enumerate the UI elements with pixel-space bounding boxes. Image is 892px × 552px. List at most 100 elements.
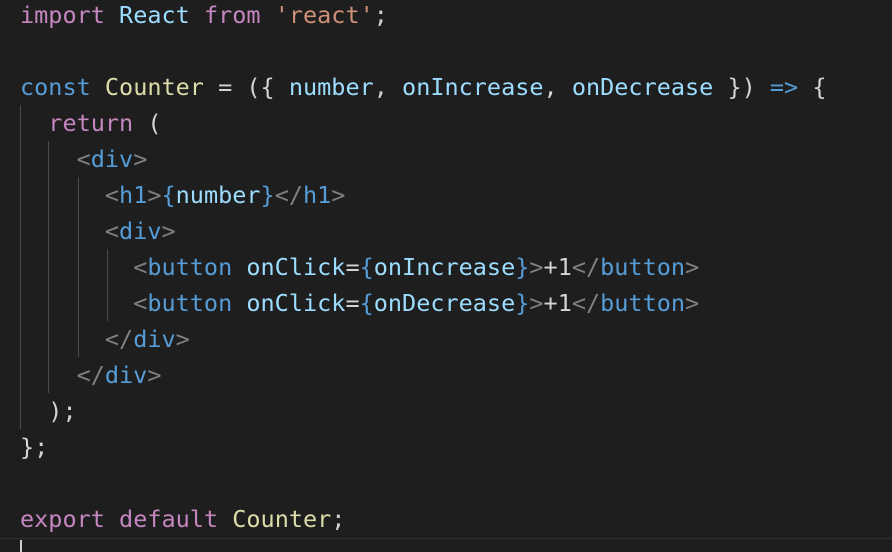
- code-token: +1: [543, 289, 572, 317]
- code-token: 'react': [274, 1, 374, 29]
- code-token: }: [260, 181, 275, 209]
- code-token: {: [798, 73, 827, 101]
- code-token: button: [600, 289, 686, 317]
- indent-guide-2: [48, 141, 49, 393]
- code-token: =: [203, 73, 247, 101]
- code-token: Counter: [104, 73, 204, 101]
- code-token: <: [104, 181, 120, 209]
- code-token: const: [20, 73, 91, 101]
- code-token: button: [147, 289, 233, 317]
- code-token: >: [529, 253, 544, 281]
- code-line-1[interactable]: import React from 'react';: [20, 0, 388, 33]
- code-token: >: [331, 181, 346, 209]
- code-token: </: [76, 361, 105, 389]
- indent-guide-3: [78, 177, 79, 357]
- code-token: <: [133, 253, 148, 281]
- code-token: =: [345, 289, 360, 317]
- code-token: }: [515, 253, 530, 281]
- code-token: ,: [543, 73, 572, 101]
- code-token: >: [147, 361, 162, 389]
- code-token: number: [175, 181, 261, 209]
- code-token: h1: [303, 181, 332, 209]
- code-token: return: [48, 109, 134, 137]
- code-line-10[interactable]: </div>: [20, 321, 190, 357]
- code-token: >: [175, 325, 190, 353]
- code-line-5[interactable]: <div>: [20, 141, 148, 177]
- code-token: >: [685, 289, 700, 317]
- code-token: >: [147, 181, 162, 209]
- code-line-15[interactable]: export default Counter;: [20, 501, 345, 537]
- code-token: </: [104, 325, 134, 353]
- code-token: onDecrease: [571, 73, 714, 101]
- code-token: <: [104, 217, 120, 245]
- code-line-8[interactable]: <button onClick={onIncrease}>+1</button>: [20, 249, 699, 285]
- code-token: );: [48, 397, 77, 425]
- code-token: =>: [769, 73, 799, 101]
- code-token: button: [147, 253, 233, 281]
- code-line-11[interactable]: </div>: [20, 357, 162, 393]
- code-token: =: [345, 253, 360, 281]
- code-token: >: [133, 145, 148, 173]
- code-token: };: [20, 433, 49, 461]
- code-token: onIncrease: [402, 73, 544, 101]
- code-token: onDecrease: [373, 289, 516, 317]
- code-token: {: [359, 289, 374, 317]
- current-line-highlight: [0, 538, 892, 539]
- code-line-7[interactable]: <div>: [20, 213, 176, 249]
- indent-guide-4: [107, 249, 108, 321]
- code-token: export: [20, 505, 105, 533]
- code-token: ({: [246, 73, 289, 101]
- code-token: </: [571, 289, 601, 317]
- code-token: h1: [119, 181, 148, 209]
- code-token: }): [713, 73, 770, 101]
- code-line-6[interactable]: <h1>{number}</h1>: [20, 177, 346, 213]
- code-token: ;: [331, 505, 346, 533]
- code-editor[interactable]: import React from 'react'; const Counter…: [0, 0, 892, 552]
- code-token: import: [20, 1, 105, 29]
- code-line-4[interactable]: return (: [20, 105, 161, 141]
- code-token: >: [685, 253, 700, 281]
- code-token: div: [104, 361, 148, 389]
- code-token: >: [161, 217, 176, 245]
- code-token: <: [76, 145, 91, 173]
- code-token: <: [133, 289, 148, 317]
- code-token: ;: [373, 1, 388, 29]
- code-line-3[interactable]: const Counter = ({ number, onIncrease, o…: [20, 69, 827, 105]
- code-token: {: [161, 181, 176, 209]
- code-token: onClick: [246, 253, 346, 281]
- code-line-9[interactable]: <button onClick={onDecrease}>+1</button>: [20, 285, 699, 321]
- code-token: ,: [373, 73, 403, 101]
- code-line-13[interactable]: };: [20, 429, 48, 465]
- code-token: }: [515, 289, 530, 317]
- code-token: default: [119, 505, 219, 533]
- indent-guide-1: [20, 105, 21, 429]
- code-token: </: [274, 181, 303, 209]
- code-token: {: [359, 253, 374, 281]
- code-token: number: [288, 73, 374, 101]
- code-token: Counter: [232, 505, 332, 533]
- code-token: +1: [543, 253, 572, 281]
- code-line-12[interactable]: );: [20, 393, 77, 429]
- code-token: React: [119, 1, 190, 29]
- code-token: onIncrease: [373, 253, 516, 281]
- code-token: div: [90, 145, 134, 173]
- code-token: </: [571, 253, 601, 281]
- code-token: from: [203, 1, 261, 29]
- code-token: >: [529, 289, 544, 317]
- text-cursor: [20, 540, 22, 552]
- code-token: div: [133, 325, 176, 353]
